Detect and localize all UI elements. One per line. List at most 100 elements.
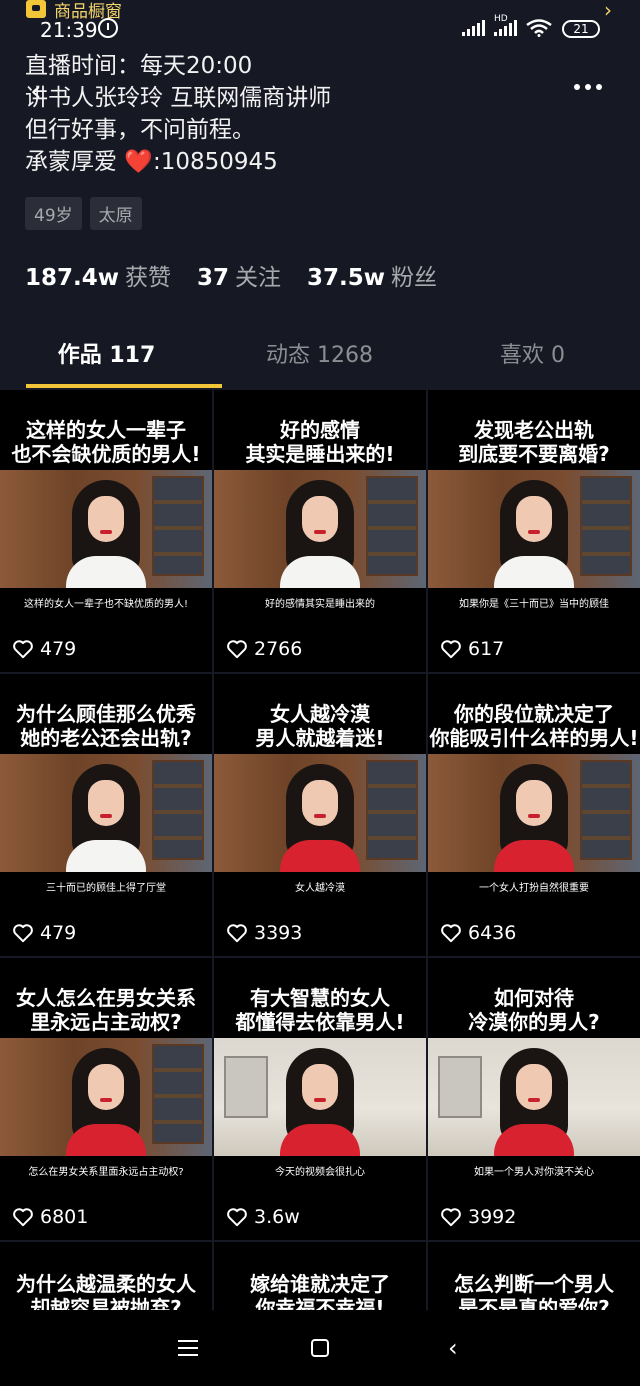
- video-subtitle: 如果一个男人对你漠不关心: [474, 1167, 594, 1178]
- location-tag: 太原: [89, 197, 142, 230]
- heart-outline-icon: [227, 1208, 247, 1227]
- video-subtitle: 今天的视频会很扎心: [275, 1167, 365, 1178]
- following-label[interactable]: 关注: [235, 258, 281, 292]
- like-count: 3393: [226, 922, 302, 944]
- video-card[interactable]: 好的感情 其实是睡出来的! 好的感情其实是睡出来的 2766: [214, 390, 426, 672]
- bookshelf: [580, 476, 632, 576]
- presenter-figure: [494, 764, 574, 872]
- heart-outline-icon: [13, 640, 33, 659]
- video-thumbnail: [0, 1038, 212, 1156]
- video-caption: 嫁给谁就决定了 你幸福不幸福!: [250, 1272, 390, 1312]
- heart-emoji-icon: ❤️: [124, 149, 153, 175]
- presenter-figure: [280, 1048, 360, 1156]
- video-card[interactable]: 为什么顾佳那么优秀 她的老公还会出轨? 三十而已的顾佳上得了厅堂 479: [0, 674, 212, 956]
- following-count[interactable]: 37: [197, 265, 229, 291]
- like-count-value: 479: [40, 922, 77, 944]
- video-card[interactable]: 女人怎么在男女关系 里永远占主动权? 怎么在男女关系里面永远占主动权? 6801: [0, 958, 212, 1240]
- video-thumbnail: [214, 754, 426, 872]
- video-subtitle: 三十而已的顾佳上得了厅堂: [46, 883, 166, 894]
- signal-icon-2: [494, 20, 517, 36]
- heart-outline-icon: [227, 640, 247, 659]
- presenter-figure: [494, 480, 574, 588]
- like-count-value: 617: [468, 638, 505, 660]
- tab-likes[interactable]: 喜欢 0: [426, 332, 639, 388]
- likes-label[interactable]: 获赞: [125, 258, 171, 292]
- heart-outline-icon: [227, 924, 247, 943]
- presenter-figure: [280, 764, 360, 872]
- video-thumbnail: [214, 1038, 426, 1156]
- tab-works[interactable]: 作品 117: [0, 332, 222, 388]
- bio-line-text: 承蒙厚爱: [25, 149, 125, 175]
- video-thumbnail: [428, 754, 640, 872]
- video-grid: 这样的女人一辈子 也不会缺优质的男人! 这样的女人一辈子也不缺优质的男人! 479 好…: [0, 390, 640, 1312]
- like-count: 3.6w: [226, 1206, 300, 1228]
- wall-poster: [224, 1056, 268, 1118]
- followers-count[interactable]: 37.5w: [307, 265, 385, 291]
- like-count: 2766: [226, 638, 302, 660]
- like-count: 479: [12, 922, 76, 944]
- wall-poster: [438, 1056, 482, 1118]
- like-count: 3992: [440, 1206, 516, 1228]
- video-subtitle: 这样的女人一辈子也不缺优质的男人!: [23, 599, 188, 610]
- wifi-icon: [526, 19, 552, 37]
- video-card[interactable]: 为什么越温柔的女人 却越容易被抛弃?: [0, 1242, 212, 1312]
- alarm-icon: [98, 18, 118, 38]
- bookshelf: [152, 1044, 204, 1144]
- like-count: 6801: [12, 1206, 88, 1228]
- like-count: 6436: [440, 922, 516, 944]
- bookshelf: [366, 476, 418, 576]
- video-caption: 如何对待 冷漠你的男人?: [468, 986, 600, 1034]
- video-subtitle: 一个女人打扮自然很重要: [479, 883, 589, 894]
- video-card[interactable]: 发现老公出轨 到底要不要离婚? 如果你是《三十而已》当中的顾佳 617: [428, 390, 640, 672]
- like-count: 617: [440, 638, 504, 660]
- bookshelf: [152, 760, 204, 860]
- like-count-value: 6436: [468, 922, 517, 944]
- video-card[interactable]: 嫁给谁就决定了 你幸福不幸福!: [214, 1242, 426, 1312]
- video-caption: 为什么越温柔的女人 却越容易被抛弃?: [16, 1272, 196, 1312]
- like-count-value: 3393: [254, 922, 303, 944]
- profile-tabs: 作品 117 动态 1268 喜欢 0: [0, 332, 640, 388]
- menu-icon[interactable]: [178, 1340, 198, 1356]
- video-card[interactable]: 这样的女人一辈子 也不会缺优质的男人! 这样的女人一辈子也不缺优质的男人! 479: [0, 390, 212, 672]
- likes-count[interactable]: 187.4w: [25, 265, 119, 291]
- chevron-right-icon[interactable]: ›: [604, 0, 612, 22]
- like-count-value: 3.6w: [254, 1206, 300, 1228]
- like-count-value: 3992: [468, 1206, 517, 1228]
- shop-icon: [26, 0, 46, 18]
- like-count-value: 2766: [254, 638, 303, 660]
- nav-back-icon[interactable]: ‹: [448, 1334, 458, 1362]
- like-count-value: 479: [40, 638, 77, 660]
- bookshelf: [366, 760, 418, 860]
- home-square-icon[interactable]: [311, 1339, 329, 1357]
- video-card[interactable]: 有大智慧的女人 都懂得去依靠男人! 今天的视频会很扎心 3.6w: [214, 958, 426, 1240]
- video-card[interactable]: 怎么判断一个男人 是不是真的爱你?: [428, 1242, 640, 1312]
- heart-outline-icon: [441, 640, 461, 659]
- clock-time: 21:39: [40, 18, 98, 42]
- followers-label[interactable]: 粉丝: [391, 258, 437, 292]
- video-card[interactable]: 你的段位就决定了 你能吸引什么样的男人! 一个女人打扮自然很重要 6436: [428, 674, 640, 956]
- tab-activity[interactable]: 动态 1268: [213, 332, 426, 388]
- heart-outline-icon: [441, 924, 461, 943]
- video-thumbnail: [214, 470, 426, 588]
- profile-bio: 直播时间：每天20:00 讲书人张玲玲 互联网儒商讲师 但行好事，不问前程。 承…: [25, 50, 331, 178]
- heart-outline-icon: [13, 1208, 33, 1227]
- bio-line: 承蒙厚爱 ❤️:10850945: [25, 146, 331, 178]
- video-card[interactable]: 女人越冷漠 男人就越着迷! 女人越冷漠 3393: [214, 674, 426, 956]
- bio-line-text: :10850945: [152, 149, 278, 175]
- video-subtitle: 怎么在男女关系里面永远占主动权?: [28, 1167, 184, 1178]
- bio-line: 讲书人张玲玲 互联网儒商讲师: [25, 85, 332, 111]
- presenter-figure: [280, 480, 360, 588]
- more-dots-icon[interactable]: [574, 84, 602, 90]
- video-card[interactable]: 如何对待 冷漠你的男人? 如果一个男人对你漠不关心 3992: [428, 958, 640, 1240]
- like-count: 479: [12, 638, 76, 660]
- presenter-figure: [494, 1048, 574, 1156]
- video-thumbnail: [0, 754, 212, 872]
- video-caption: 发现老公出轨 到底要不要离婚?: [458, 418, 610, 466]
- video-caption: 好的感情 其实是睡出来的!: [245, 418, 395, 466]
- shop-window-banner[interactable]: 商品橱窗: [26, 0, 122, 22]
- video-subtitle: 好的感情其实是睡出来的: [265, 599, 375, 610]
- video-caption: 为什么顾佳那么优秀 她的老公还会出轨?: [16, 702, 196, 750]
- bookshelf: [152, 476, 204, 576]
- signal-icon: [462, 20, 485, 36]
- profile-stats: 187.4w 获赞 37 关注 37.5w 粉丝: [25, 258, 463, 292]
